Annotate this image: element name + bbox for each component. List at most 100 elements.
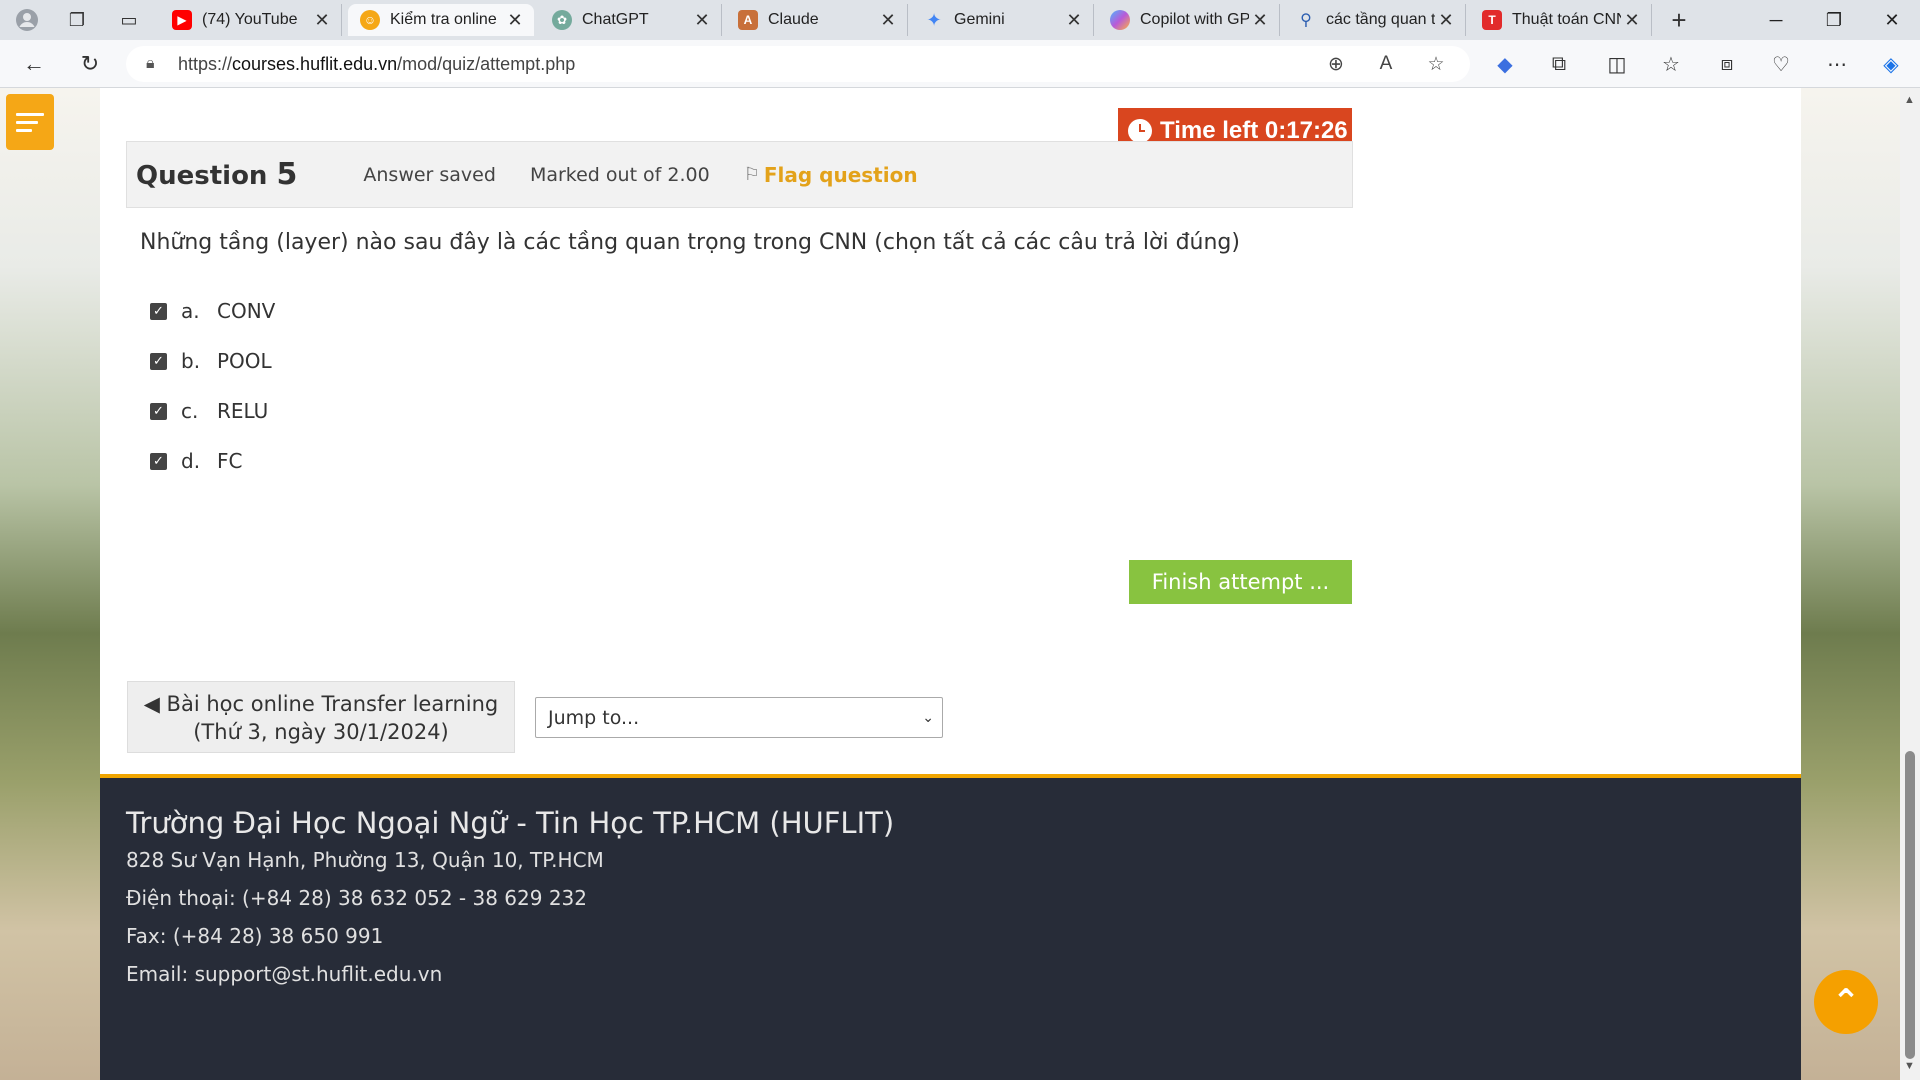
tab-title: Kiểm tra online <box>390 11 497 28</box>
search-icon: ⚲ <box>1300 12 1312 29</box>
back-arrow-icon[interactable]: ← <box>16 48 52 80</box>
back-to-top-button[interactable]: ⌃ <box>1814 970 1878 1034</box>
close-icon[interactable]: ✕ <box>691 10 713 31</box>
tab-thuat-toan-cnn[interactable]: T Thuật toán CNN ✕ <box>1470 4 1652 36</box>
copilot-sidebar-icon[interactable]: ◈ <box>1874 48 1908 80</box>
tab-gemini[interactable]: ✦ Gemini ✕ <box>912 4 1094 36</box>
browser-essentials-icon[interactable]: ♡ <box>1764 48 1798 80</box>
page-scrollbar[interactable]: ▲ ▼ <box>1900 88 1920 1080</box>
close-icon[interactable]: ✕ <box>1621 10 1643 31</box>
finish-attempt-button[interactable]: Finish attempt ... <box>1129 560 1352 604</box>
previous-activity-link[interactable]: ◀ Bài học online Transfer learning (Thứ … <box>127 681 515 753</box>
tab-title: Claude <box>768 11 819 28</box>
answer-option-b[interactable]: ✓ b. POOL <box>150 349 272 373</box>
scroll-down-arrow-icon[interactable]: ▼ <box>1904 1060 1915 1072</box>
answer-letter: b. <box>181 349 201 373</box>
tab-chatgpt[interactable]: ✿ ChatGPT ✕ <box>540 4 722 36</box>
question-number: Question 5 <box>136 157 297 192</box>
answer-letter: a. <box>181 299 200 323</box>
favorite-star-icon[interactable]: ☆ <box>1420 48 1452 80</box>
close-icon[interactable]: ✕ <box>1435 10 1457 31</box>
flag-question-link[interactable]: ⚐ Flag question <box>744 163 918 187</box>
close-icon[interactable]: ✕ <box>1063 10 1085 31</box>
tab-youtube[interactable]: ▶ (74) YouTube ✕ <box>160 4 342 36</box>
youtube-icon: ▶ <box>172 10 192 30</box>
t-icon: T <box>1482 10 1502 30</box>
profile-icon[interactable] <box>8 6 46 34</box>
answer-option-d[interactable]: ✓ d. FC <box>150 449 242 473</box>
scroll-up-arrow-icon[interactable]: ▲ <box>1904 94 1915 106</box>
close-icon[interactable]: ✕ <box>504 10 526 31</box>
question-text: Những tầng (layer) nào sau đây là các tầ… <box>140 230 1240 255</box>
footer-phone: Điện thoại: (+84 28) 38 632 052 - 38 629… <box>126 886 587 910</box>
close-icon[interactable]: ✕ <box>311 10 333 31</box>
tab-claude[interactable]: A Claude ✕ <box>726 4 908 36</box>
close-icon[interactable]: ✕ <box>1249 10 1271 31</box>
scrollbar-thumb[interactable] <box>1905 751 1915 1059</box>
address-toolbar: ← ↻ 🔒︎ https://courses.huflit.edu.vn/mod… <box>0 40 1920 88</box>
question-number-value: 5 <box>276 157 298 192</box>
clock-icon <box>1128 119 1152 143</box>
question-label: Question <box>136 161 268 191</box>
answer-letter: d. <box>181 449 201 473</box>
footer-fax: Fax: (+84 28) 38 650 991 <box>126 924 384 948</box>
checkbox-checked[interactable]: ✓ <box>150 452 167 470</box>
tab-copilot[interactable]: Copilot with GP ✕ <box>1098 4 1280 36</box>
answer-text: CONV <box>217 299 276 323</box>
extension-blue-icon[interactable]: ◆ <box>1488 48 1522 80</box>
tab-kiem-tra-online[interactable]: ☺ Kiểm tra online ✕ <box>348 4 534 36</box>
page-viewport: Time left 0:17:26 Question 5 Answer save… <box>0 88 1900 1080</box>
collections-icon[interactable]: ⧈ <box>1710 48 1744 80</box>
close-icon[interactable]: ✕ <box>877 10 899 31</box>
answer-text: FC <box>217 449 243 473</box>
copilot-icon <box>1110 10 1130 30</box>
split-screen-icon[interactable]: ◫ <box>1600 48 1634 80</box>
question-info-bar: Question 5 Answer saved Marked out of 2.… <box>126 141 1353 208</box>
checkbox-checked[interactable]: ✓ <box>150 352 167 370</box>
checkbox-checked[interactable]: ✓ <box>150 402 167 420</box>
chevron-down-icon: ⌄ <box>922 709 934 726</box>
gemini-icon: ✦ <box>926 9 942 30</box>
question-state: Answer saved <box>363 163 496 186</box>
jump-to-select[interactable]: Jump to... ⌄ <box>535 697 943 738</box>
more-menu-icon[interactable]: ⋯ <box>1820 48 1854 80</box>
answer-option-c[interactable]: ✓ c. RELU <box>150 399 268 423</box>
tab-search[interactable]: ⚲ các tầng quan t ✕ <box>1284 4 1466 36</box>
claude-icon: A <box>738 10 758 30</box>
flag-icon: ⚐ <box>743 164 760 185</box>
flag-label: Flag question <box>763 162 918 187</box>
answer-option-a[interactable]: ✓ a. CONV <box>150 299 275 323</box>
footer-address: 828 Sư Vạn Hạnh, Phường 13, Quận 10, TP.… <box>126 848 604 872</box>
zoom-icon[interactable]: ⊕ <box>1320 48 1352 80</box>
chatgpt-icon: ✿ <box>552 10 572 30</box>
new-tab-icon[interactable]: + <box>1660 5 1698 35</box>
tab-title: Copilot with GP <box>1140 11 1249 28</box>
close-window-icon[interactable]: ✕ <box>1864 0 1920 40</box>
chevron-up-icon: ⌃ <box>1831 983 1861 1021</box>
restore-icon[interactable]: ❐ <box>1806 0 1862 40</box>
checkbox-checked[interactable]: ✓ <box>150 302 167 320</box>
url-field[interactable]: 🔒︎ https://courses.huflit.edu.vn/mod/qui… <box>126 46 1470 82</box>
answer-letter: c. <box>181 399 199 423</box>
footer-title: Trường Đại Học Ngoại Ngữ - Tin Học TP.HC… <box>126 806 895 840</box>
tab-title: các tầng quan t <box>1326 11 1435 28</box>
tab-actions-icon[interactable]: ▭ <box>110 6 148 34</box>
answer-text: RELU <box>217 399 269 423</box>
url-host: courses.huflit.edu.vn <box>232 53 398 74</box>
browser-tab-bar: ❐ ▭ ▶ (74) YouTube ✕ ☺ Kiểm tra online ✕… <box>0 0 1920 40</box>
site-footer: Trường Đại Học Ngoại Ngữ - Tin Học TP.HC… <box>100 774 1801 1080</box>
minimize-icon[interactable]: ─ <box>1748 0 1804 40</box>
workspaces-icon[interactable]: ❐ <box>58 6 96 34</box>
extensions-puzzle-icon[interactable]: ⧉ <box>1542 48 1576 80</box>
read-aloud-icon[interactable]: A <box>1370 48 1402 80</box>
tab-title: ChatGPT <box>582 11 649 28</box>
favorites-icon[interactable]: ☆ <box>1654 48 1688 80</box>
footer-email[interactable]: Email: support@st.huflit.edu.vn <box>126 962 442 986</box>
drawer-toggle-button[interactable] <box>6 94 54 150</box>
lock-icon: 🔒︎ <box>146 55 155 72</box>
jump-to-label: Jump to... <box>548 706 640 729</box>
tab-title: (74) YouTube <box>202 11 298 28</box>
url-scheme: https:// <box>178 53 233 74</box>
tab-title: Gemini <box>954 11 1005 28</box>
refresh-icon[interactable]: ↻ <box>72 48 108 80</box>
